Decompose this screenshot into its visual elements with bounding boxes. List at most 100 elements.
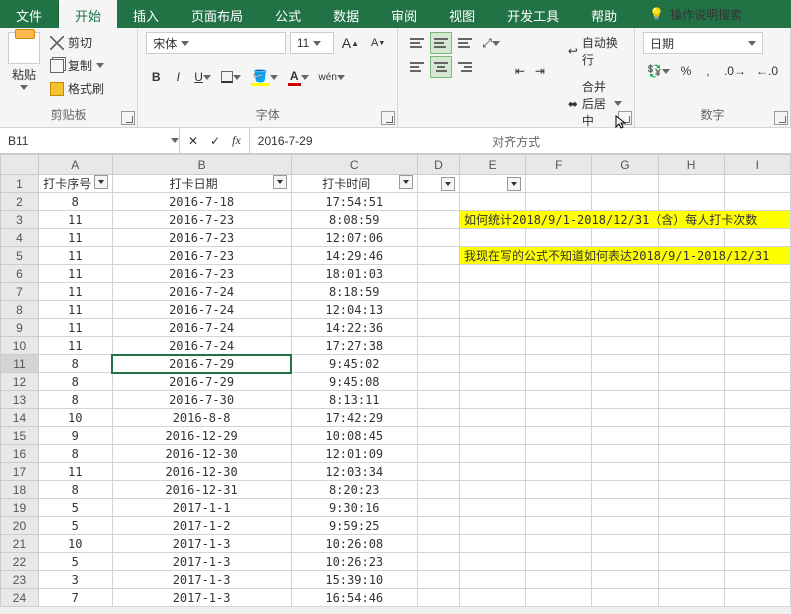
comma-button[interactable]: ,	[698, 60, 718, 82]
border-button[interactable]	[217, 66, 245, 88]
decrease-indent-button[interactable]: ⇤	[510, 60, 530, 82]
cell-C19[interactable]: 9:30:16	[291, 499, 417, 517]
cell-H22[interactable]	[658, 553, 724, 571]
cell-E19[interactable]	[460, 499, 526, 517]
row-header-15[interactable]: 15	[1, 427, 39, 445]
cell-F9[interactable]	[526, 319, 592, 337]
decrease-decimal-button[interactable]: ←.0	[752, 60, 782, 82]
cell-F21[interactable]	[526, 535, 592, 553]
cell-G14[interactable]	[592, 409, 658, 427]
cell-G20[interactable]	[592, 517, 658, 535]
increase-indent-button[interactable]: ⇥	[530, 60, 550, 82]
cell-H12[interactable]	[658, 373, 724, 391]
cell-G8[interactable]	[592, 301, 658, 319]
cell-B10[interactable]: 2016-7-24	[112, 337, 291, 355]
cell-A14[interactable]: 10	[38, 409, 112, 427]
cell-C3[interactable]: 8:08:59	[291, 211, 417, 229]
menu-home[interactable]: 开始	[59, 0, 117, 28]
menu-file[interactable]: 文件	[0, 0, 58, 28]
cell-A8[interactable]: 11	[38, 301, 112, 319]
cell-C2[interactable]: 17:54:51	[291, 193, 417, 211]
cell-G12[interactable]	[592, 373, 658, 391]
cell-F17[interactable]	[526, 463, 592, 481]
cell-I9[interactable]	[724, 319, 790, 337]
cell-F20[interactable]	[526, 517, 592, 535]
enter-formula-button[interactable]: ✓	[210, 134, 220, 148]
cell-H24[interactable]	[658, 589, 724, 607]
cell-I17[interactable]	[724, 463, 790, 481]
accounting-format-button[interactable]: 💱	[643, 60, 674, 82]
cell-H19[interactable]	[658, 499, 724, 517]
col-header-B[interactable]: B	[112, 155, 291, 175]
cell-F13[interactable]	[526, 391, 592, 409]
cell-C4[interactable]: 12:07:06	[291, 229, 417, 247]
cell-C6[interactable]: 18:01:03	[291, 265, 417, 283]
col-header-I[interactable]: I	[724, 155, 790, 175]
cell-I20[interactable]	[724, 517, 790, 535]
cell-E15[interactable]	[460, 427, 526, 445]
cell-C22[interactable]: 10:26:23	[291, 553, 417, 571]
cell-B13[interactable]: 2016-7-30	[112, 391, 291, 409]
cell-I18[interactable]	[724, 481, 790, 499]
cell-G13[interactable]	[592, 391, 658, 409]
cell-G15[interactable]	[592, 427, 658, 445]
cell-E23[interactable]	[460, 571, 526, 589]
cell-I7[interactable]	[724, 283, 790, 301]
cell-D2[interactable]	[417, 193, 459, 211]
cell-B16[interactable]: 2016-12-30	[112, 445, 291, 463]
cell-I24[interactable]	[724, 589, 790, 607]
number-launcher[interactable]	[774, 111, 788, 125]
cell-E11[interactable]	[460, 355, 526, 373]
cut-button[interactable]: 剪切	[46, 32, 108, 53]
cell-H9[interactable]	[658, 319, 724, 337]
col-header-D[interactable]: D	[417, 155, 459, 175]
cell-B21[interactable]: 2017-1-3	[112, 535, 291, 553]
filter-button[interactable]	[441, 177, 455, 191]
cell-C21[interactable]: 10:26:08	[291, 535, 417, 553]
cell-C14[interactable]: 17:42:29	[291, 409, 417, 427]
cell-I8[interactable]	[724, 301, 790, 319]
cell-E6[interactable]	[460, 265, 526, 283]
cell-B11[interactable]: 2016-7-29	[112, 355, 291, 373]
italic-button[interactable]: I	[168, 66, 188, 88]
cell-G10[interactable]	[592, 337, 658, 355]
cell-H11[interactable]	[658, 355, 724, 373]
number-format-select[interactable]: 日期	[643, 32, 763, 54]
col-header-G[interactable]: G	[592, 155, 658, 175]
cell-A19[interactable]: 5	[38, 499, 112, 517]
cell-A11[interactable]: 8	[38, 355, 112, 373]
cell-C16[interactable]: 12:01:09	[291, 445, 417, 463]
cell-F16[interactable]	[526, 445, 592, 463]
cell-H6[interactable]	[658, 265, 724, 283]
cell-D15[interactable]	[417, 427, 459, 445]
cell-D3[interactable]	[417, 211, 459, 229]
cell-A9[interactable]: 11	[38, 319, 112, 337]
menu-data[interactable]: 数据	[317, 0, 375, 28]
cell-I14[interactable]	[724, 409, 790, 427]
align-center-button[interactable]	[430, 56, 452, 78]
cell-E22[interactable]	[460, 553, 526, 571]
note-question[interactable]: 如何统计2018/9/1-2018/12/31（含）每人打卡次数	[460, 211, 791, 229]
paste-button[interactable]: 粘贴	[8, 32, 40, 90]
cell-D11[interactable]	[417, 355, 459, 373]
cell-I11[interactable]	[724, 355, 790, 373]
cell-F2[interactable]	[526, 193, 592, 211]
cell-F12[interactable]	[526, 373, 592, 391]
cell-A17[interactable]: 11	[38, 463, 112, 481]
tell-me[interactable]: 💡 操作说明搜索	[641, 0, 750, 28]
cell-A15[interactable]: 9	[38, 427, 112, 445]
cell-I21[interactable]	[724, 535, 790, 553]
cell-I6[interactable]	[724, 265, 790, 283]
cell-C15[interactable]: 10:08:45	[291, 427, 417, 445]
col-header-A[interactable]: A	[38, 155, 112, 175]
cell-H20[interactable]	[658, 517, 724, 535]
cell-F14[interactable]	[526, 409, 592, 427]
row-header-12[interactable]: 12	[1, 373, 39, 391]
cell-A12[interactable]: 8	[38, 373, 112, 391]
cell-D17[interactable]	[417, 463, 459, 481]
cell-A18[interactable]: 8	[38, 481, 112, 499]
cell-C10[interactable]: 17:27:38	[291, 337, 417, 355]
cell-G16[interactable]	[592, 445, 658, 463]
cell-G1[interactable]	[592, 175, 658, 193]
cell-H13[interactable]	[658, 391, 724, 409]
